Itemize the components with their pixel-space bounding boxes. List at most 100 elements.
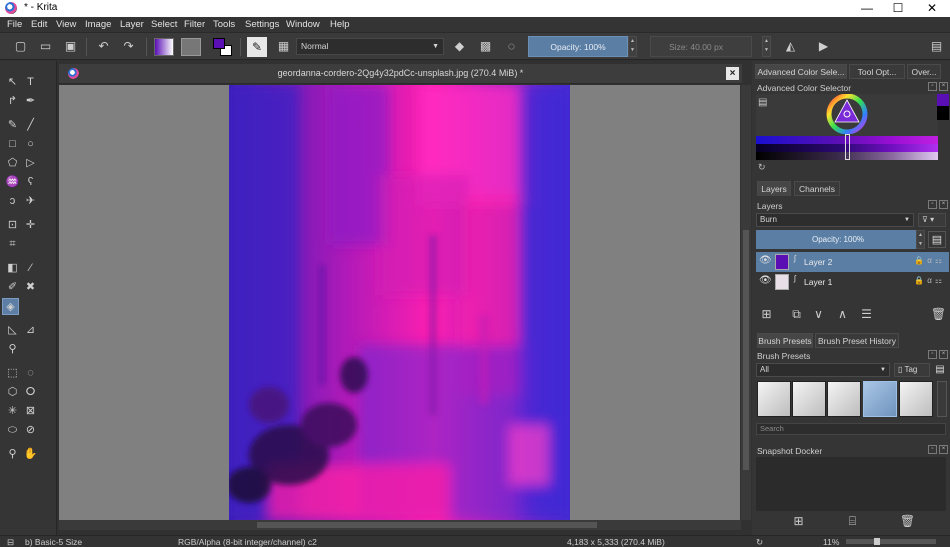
layer-filter-button[interactable]: ⊽ ▾	[918, 213, 946, 227]
minimize-button[interactable]: —	[852, 0, 882, 17]
delete-snapshot-icon[interactable]: 🗑	[899, 513, 916, 530]
color-swatch-icon[interactable]	[213, 38, 235, 57]
preset-tag-button[interactable]: ▯ Tag	[894, 363, 930, 377]
canvas-image[interactable]	[229, 85, 570, 520]
opacity-slider[interactable]: Opacity: 100%	[528, 36, 628, 57]
layer-lock-alpha-icon[interactable]: 🔒α⚏	[914, 276, 945, 285]
mirror-horizontal-icon[interactable]: ◭	[782, 38, 799, 55]
brush-preset-item[interactable]	[863, 381, 897, 417]
layer-properties-icon[interactable]: ▤	[928, 231, 946, 248]
brush-settings-grid-icon[interactable]: ▦	[275, 38, 292, 55]
bezier-select-icon[interactable]: ⬭	[4, 422, 21, 439]
menu-image[interactable]: Image	[85, 19, 111, 30]
refresh-icon[interactable]: ↻	[758, 162, 768, 172]
line-tool-icon[interactable]: ╱	[22, 117, 39, 134]
color-wheel-icon[interactable]	[824, 94, 870, 134]
document-tab[interactable]: geordanna-cordero-2Qg4y32pdCc-unsplash.j…	[59, 64, 742, 84]
move-layer-down-icon[interactable]: ∨	[810, 306, 827, 323]
ellipse-select-icon[interactable]: ◌	[22, 365, 39, 382]
duplicate-layer-icon[interactable]: ⧉	[788, 306, 805, 323]
save-icon[interactable]: ▣	[62, 38, 79, 55]
close-docker-icon[interactable]: ×	[939, 82, 948, 91]
close-document-button[interactable]: ×	[726, 67, 739, 80]
menu-filter[interactable]: Filter	[184, 19, 205, 30]
vertical-scroll-thumb[interactable]	[743, 230, 749, 470]
pattern-selector-icon[interactable]	[181, 38, 201, 56]
horizontal-scrollbar[interactable]	[59, 520, 741, 530]
layer-lock-alpha-icon[interactable]: 🔒α⚏	[914, 256, 945, 265]
layer-row[interactable]: 👁 ʃ Layer 1 🔒α⚏	[756, 272, 949, 292]
move-layer-up-icon[interactable]: ∧	[834, 306, 851, 323]
rect-select-icon[interactable]: ⬚	[4, 365, 21, 382]
measure-tool-icon[interactable]: ◺	[4, 322, 21, 339]
brush-preset-item[interactable]	[899, 381, 933, 417]
layer-settings-icon[interactable]: ☰	[858, 306, 875, 323]
close-presets-icon[interactable]: ×	[939, 350, 948, 359]
layer-opacity-spinner[interactable]: ▲ ▼	[916, 230, 925, 249]
status-colorspace[interactable]: RGB/Alpha (8-bit integer/channel) c2	[178, 537, 317, 547]
layer-blend-select[interactable]: Burn ▼	[756, 213, 914, 227]
brush-preset-icon[interactable]: ✎	[247, 37, 267, 57]
visibility-eye-icon[interactable]: 👁	[759, 275, 772, 286]
blend-mode-select[interactable]: Normal ▼	[296, 38, 444, 55]
tab-brush-preset-history[interactable]: Brush Preset History	[815, 333, 899, 348]
opacity-spinner[interactable]: ▲ ▼	[628, 36, 637, 57]
polyline-tool-icon[interactable]: ▷	[22, 155, 39, 172]
float-docker-icon[interactable]: ▫	[928, 82, 937, 91]
crop-tool-icon[interactable]: ⌗	[4, 236, 21, 253]
zoom-tool-icon[interactable]: ⚲	[4, 446, 21, 463]
float-presets-icon[interactable]: ▫	[928, 350, 937, 359]
text-tool-icon[interactable]: T	[22, 74, 39, 91]
multibrush-icon[interactable]: ✈	[22, 193, 39, 210]
color-settings-icon[interactable]: ▤	[758, 97, 772, 111]
preserve-alpha-icon[interactable]: ▩	[477, 38, 494, 55]
polygon-select-icon[interactable]: ⬡	[4, 384, 21, 401]
menu-window[interactable]: Window	[286, 19, 320, 30]
freehand-path-icon[interactable]: ʕ	[22, 174, 39, 191]
brush-preset-item[interactable]	[827, 381, 861, 417]
magnetic-select-icon[interactable]: ⊘	[22, 422, 39, 439]
current-color-swatch[interactable]	[937, 94, 949, 106]
reload-preset-icon[interactable]: ◌	[503, 38, 520, 55]
undo-icon[interactable]: ↶	[95, 38, 112, 55]
gradient-tool-icon[interactable]: ◧	[4, 260, 21, 277]
perspective-tool-icon[interactable]: ⊿	[22, 322, 39, 339]
previous-color-swatch[interactable]	[937, 106, 949, 120]
snapshot-list[interactable]	[756, 457, 946, 511]
float-snapshot-icon[interactable]: ▫	[928, 445, 937, 454]
zoom-slider-handle[interactable]	[874, 538, 880, 545]
preset-filter-select[interactable]: All ▼	[756, 363, 890, 377]
menu-file[interactable]: File	[7, 19, 22, 30]
fill-tool-icon[interactable]: ◈	[2, 298, 19, 315]
workspace-icon[interactable]: ▤	[928, 38, 945, 55]
menu-tools[interactable]: Tools	[213, 19, 235, 30]
open-document-icon[interactable]: ▭	[37, 38, 54, 55]
maximize-button[interactable]: ☐	[883, 0, 913, 17]
preset-scrollbar[interactable]	[937, 381, 947, 417]
dynamic-brush-icon[interactable]: ↄ	[4, 193, 21, 210]
contiguous-select-icon[interactable]: ✳	[4, 403, 21, 420]
smart-patch-icon[interactable]: ✐	[4, 279, 21, 296]
layer-name[interactable]: Layer 1	[804, 277, 832, 287]
brush-preset-item[interactable]	[757, 381, 791, 417]
menu-settings[interactable]: Settings	[245, 19, 279, 30]
close-window-button[interactable]: ✕	[917, 0, 947, 17]
layer-opacity-slider[interactable]: Opacity: 100%	[756, 230, 920, 249]
snapshot-camera-icon[interactable]: ⌸	[844, 513, 861, 530]
calligraphy-icon[interactable]: ✒	[22, 93, 39, 110]
ellipse-tool-icon[interactable]: ○	[22, 136, 39, 153]
horizontal-scroll-thumb[interactable]	[257, 522, 597, 528]
tab-overview[interactable]: Over...	[907, 64, 941, 79]
close-layers-icon[interactable]: ×	[939, 200, 948, 209]
tab-layers[interactable]: Layers	[757, 181, 791, 196]
redo-icon[interactable]: ↷	[120, 38, 137, 55]
polygon-tool-icon[interactable]: ⬠	[4, 155, 21, 172]
menu-help[interactable]: Help	[330, 19, 350, 30]
reference-tool-icon[interactable]: ⚲	[4, 341, 21, 358]
pan-tool-icon[interactable]: ✋	[22, 446, 39, 463]
eraser-icon[interactable]: ◆	[451, 38, 468, 55]
menu-select[interactable]: Select	[151, 19, 177, 30]
size-slider[interactable]: Size: 40.00 px	[650, 36, 752, 57]
menu-view[interactable]: View	[56, 19, 76, 30]
tab-channels[interactable]: Channels	[794, 181, 840, 196]
